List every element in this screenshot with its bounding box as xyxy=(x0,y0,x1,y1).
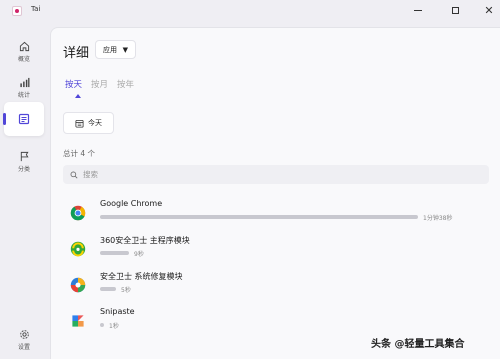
usage-bar xyxy=(100,323,104,327)
close-icon: ✕ xyxy=(484,3,494,17)
home-icon xyxy=(19,41,29,52)
usage-bar-track xyxy=(100,323,418,328)
window-title: Tai xyxy=(31,5,41,13)
app-type-select-value: 应用 xyxy=(103,45,117,54)
usage-bar-track xyxy=(100,251,418,256)
sidebar-item-detail[interactable] xyxy=(3,102,44,136)
tab-by-day[interactable]: 按天 xyxy=(65,78,82,90)
usage-duration: 9秒 xyxy=(134,251,144,258)
calendar-icon xyxy=(75,119,84,128)
app-row[interactable]: Snipaste 1秒 xyxy=(61,304,489,338)
usage-duration: 1分钟38秒 xyxy=(423,215,453,222)
app-name: Google Chrome xyxy=(100,199,163,208)
app-name: 安全卫士 系统修复模块 xyxy=(100,272,183,281)
sidebar-item-settings[interactable]: 设置 xyxy=(4,322,44,358)
usage-bar-track xyxy=(100,287,418,292)
watermark: 头条 @轻量工具集合 xyxy=(371,339,465,350)
title-bar: Tai ✕ xyxy=(0,0,500,22)
maximize-button[interactable] xyxy=(444,2,466,18)
usage-duration: 5秒 xyxy=(121,287,131,294)
main-panel: 详细 应用 ▼ 按天 按月 按年 今天 总计 4 个 Google Chrom xyxy=(50,27,500,359)
usage-bar xyxy=(100,215,418,219)
sidebar-item-overview[interactable]: 概览 xyxy=(4,34,44,70)
sidebar-item-label: 分类 xyxy=(17,166,30,173)
caret-down-icon: ▼ xyxy=(122,45,128,54)
active-tab-indicator xyxy=(75,94,81,98)
minimize-icon xyxy=(414,9,422,11)
sidebar-item-label: 概览 xyxy=(17,56,30,63)
360-safeguard-icon xyxy=(65,236,91,262)
usage-bar xyxy=(100,287,116,291)
app-row[interactable]: 安全卫士 系统修复模块 5秒 xyxy=(61,268,489,302)
app-row[interactable]: 360安全卫士 主程序模块 9秒 xyxy=(61,232,489,266)
total-count: 总计 4 个 xyxy=(63,149,96,158)
list-detail-icon xyxy=(18,113,30,125)
app-logo-icon xyxy=(12,6,22,16)
today-label: 今天 xyxy=(88,119,102,127)
sidebar-item-label: 统计 xyxy=(17,92,30,99)
sidebar-item-stats[interactable]: 统计 xyxy=(4,70,44,106)
flag-icon xyxy=(20,151,29,162)
close-button[interactable]: ✕ xyxy=(478,2,500,18)
search-icon xyxy=(70,171,78,178)
sidebar-item-category[interactable]: 分类 xyxy=(4,144,44,180)
chrome-icon xyxy=(65,200,91,226)
bar-chart-icon xyxy=(19,77,29,88)
sidebar: 概览 统计 分类 设置 xyxy=(0,22,48,359)
usage-bar-track xyxy=(100,215,418,220)
today-date-button[interactable]: 今天 xyxy=(63,112,114,134)
system-repair-icon xyxy=(65,272,91,298)
gear-icon xyxy=(19,330,29,339)
snipaste-icon xyxy=(65,308,91,334)
page-title: 详细 xyxy=(63,46,90,61)
tab-by-month[interactable]: 按月 xyxy=(91,78,108,90)
app-name: 360安全卫士 主程序模块 xyxy=(100,236,190,245)
period-tabs: 按天 按月 按年 xyxy=(65,78,134,90)
search-box xyxy=(63,165,489,184)
tab-by-year[interactable]: 按年 xyxy=(117,78,134,90)
search-input[interactable] xyxy=(83,170,463,179)
app-row[interactable]: Google Chrome 1分钟38秒 xyxy=(61,196,489,230)
maximize-icon xyxy=(451,6,459,14)
usage-bar xyxy=(100,251,129,255)
sidebar-item-label: 设置 xyxy=(17,344,30,351)
app-name: Snipaste xyxy=(100,307,135,316)
usage-duration: 1秒 xyxy=(109,323,119,330)
app-type-select[interactable]: 应用 ▼ xyxy=(95,40,136,59)
minimize-button[interactable] xyxy=(407,2,429,18)
